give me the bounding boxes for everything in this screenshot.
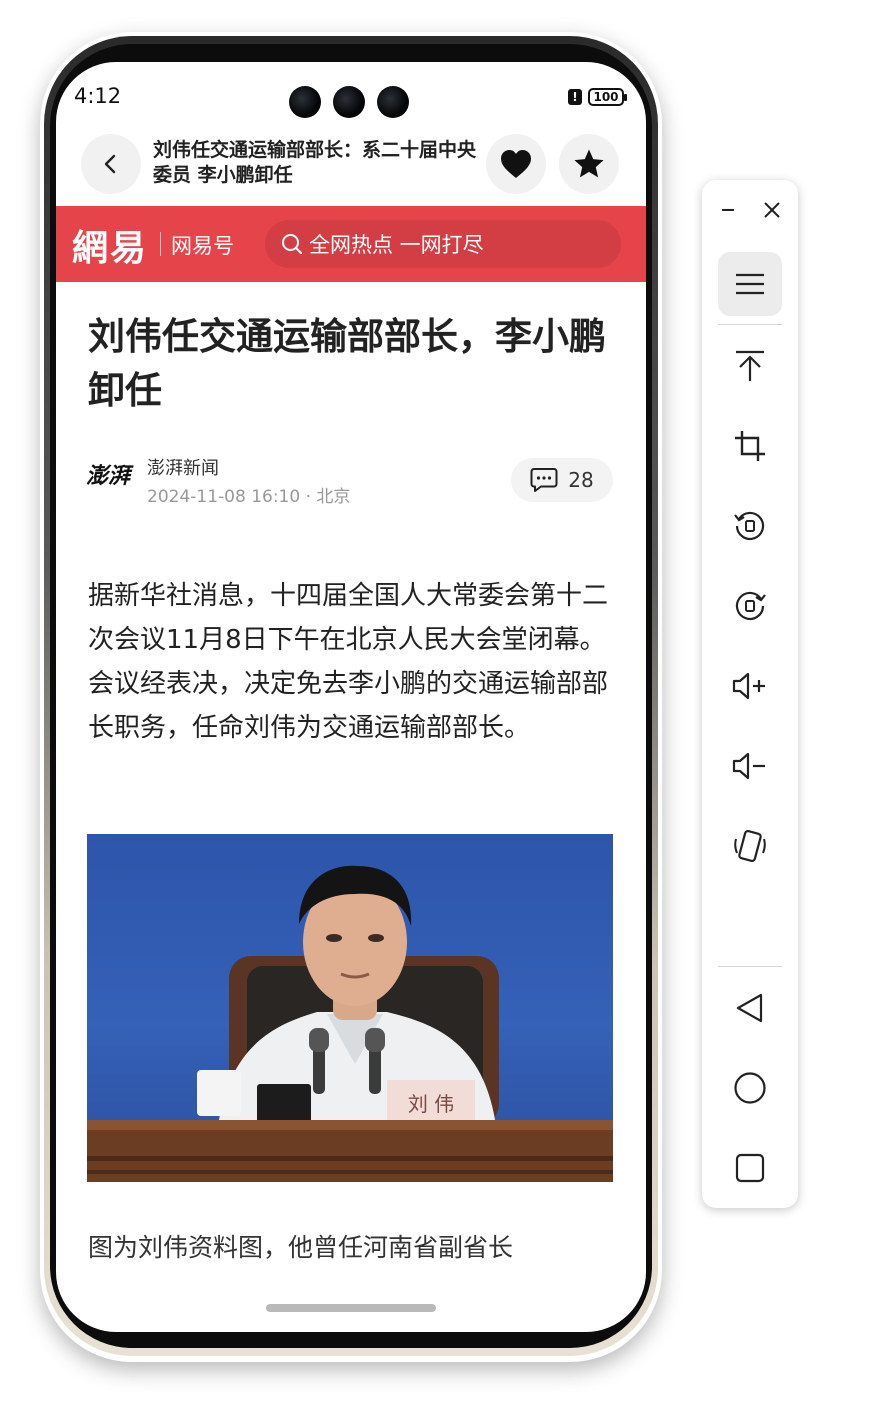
shake-button[interactable]	[718, 814, 782, 878]
banner-search-text: 全网热点 一网打尽	[309, 233, 484, 257]
status-time: 4:12	[74, 84, 122, 108]
close-button[interactable]	[762, 200, 782, 220]
photo-illustration	[87, 865, 613, 1182]
menu-icon	[736, 273, 764, 295]
emulator-toolbar	[702, 180, 798, 1208]
source-name[interactable]: 澎湃新闻	[147, 454, 219, 480]
header-title: 刘伟任交通运输部部长：系二十届中央委员 李小鹏卸任	[153, 139, 477, 186]
camera-dot	[377, 86, 409, 118]
article-body: 据新华社消息，十四届全国人大常委会第十二次会议11月8日下午在北京人民大会堂闭幕…	[88, 581, 609, 743]
volume-down-button[interactable]	[718, 734, 782, 798]
source-meta: 2024-11-08 16:10 · 北京	[147, 487, 351, 507]
shake-icon	[734, 829, 766, 863]
star-icon	[574, 149, 604, 178]
volume-up-icon	[732, 672, 765, 700]
comment-button[interactable]: 28	[511, 458, 613, 502]
toolbar-divider	[718, 324, 782, 325]
banner-search-box[interactable]: 全网热点 一网打尽	[265, 220, 621, 268]
minimize-button[interactable]	[718, 200, 738, 220]
banner-label[interactable]: 网易号	[171, 230, 234, 260]
volume-down-icon	[732, 752, 765, 780]
source-logo[interactable]: 澎湃	[86, 454, 140, 498]
home-nav-button[interactable]	[718, 1056, 782, 1120]
search-icon	[282, 234, 302, 254]
recents-nav-button[interactable]	[718, 1136, 782, 1200]
like-button[interactable]	[486, 134, 546, 194]
crop-button[interactable]	[718, 414, 782, 478]
back-triangle-icon	[736, 993, 763, 1023]
close-icon	[764, 202, 780, 218]
menu-button[interactable]	[718, 252, 782, 316]
alert-icon: !	[568, 89, 582, 105]
crop-icon	[735, 431, 765, 461]
pin-to-top-button[interactable]	[718, 334, 782, 398]
nameplate-text: 刘 伟	[407, 1092, 455, 1116]
comment-count: 28	[568, 468, 594, 492]
heart-icon	[501, 150, 531, 178]
netease-logo[interactable]: 網易	[72, 219, 148, 271]
favorite-button[interactable]	[559, 134, 619, 194]
back-nav-button[interactable]	[718, 976, 782, 1040]
home-circle-icon	[734, 1072, 766, 1104]
article-title: 刘伟任交通运输部部长，李小鹏卸任	[88, 315, 606, 412]
rotate-right-icon	[735, 591, 766, 621]
battery-icon: 100	[588, 88, 627, 106]
comment-icon	[530, 468, 558, 492]
netease-banner: 網易 网易号 全网热点 一网打尽	[56, 206, 646, 282]
phone-screen: 4:12 ! 100 刘伟任交通运输部部长：系二十届中央委员 李小鹏卸任 網易 …	[56, 62, 646, 1332]
banner-divider	[160, 232, 161, 256]
pin-to-top-icon	[736, 350, 764, 381]
volume-up-button[interactable]	[718, 654, 782, 718]
status-icons: ! 100	[568, 88, 627, 106]
rotate-left-icon	[734, 511, 765, 541]
home-indicator[interactable]	[266, 1304, 436, 1312]
chevron-left-icon	[104, 154, 116, 174]
rotate-right-button[interactable]	[718, 574, 782, 638]
camera-dot	[333, 86, 365, 118]
toolbar-divider	[718, 966, 782, 967]
rotate-left-button[interactable]	[718, 494, 782, 558]
minimize-icon	[722, 209, 734, 211]
recents-square-icon	[735, 1153, 765, 1183]
photo-caption: 图为刘伟资料图，他曾任河南省副省长	[88, 1233, 514, 1262]
article-photo[interactable]: 刘 伟	[87, 834, 613, 1182]
back-button[interactable]	[81, 134, 141, 194]
camera-dot	[289, 86, 321, 118]
